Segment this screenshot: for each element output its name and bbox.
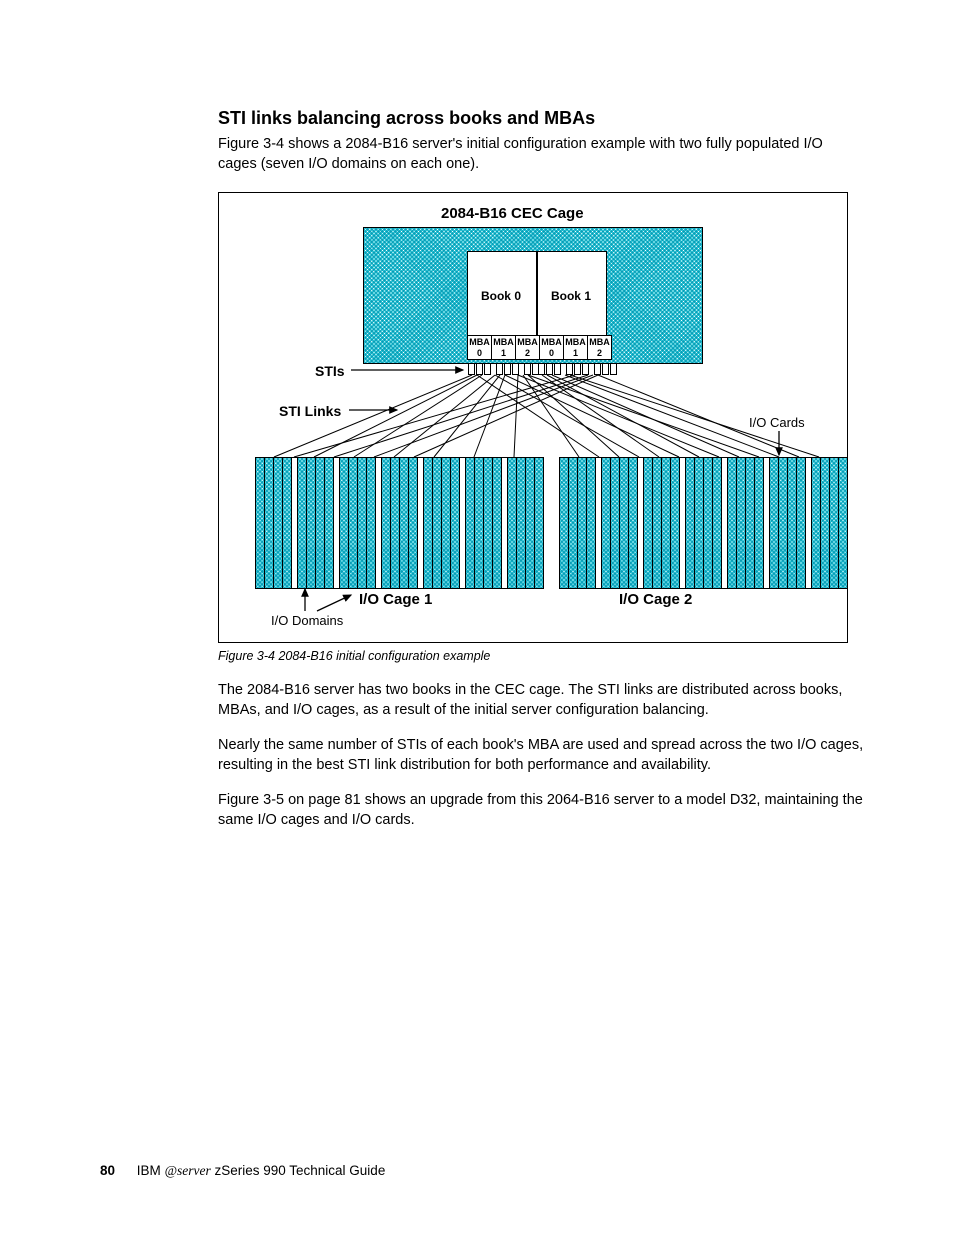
sti-ports-book1	[538, 363, 618, 375]
page-footer: 80 IBM @server zSeries 990 Technical Gui…	[100, 1163, 385, 1179]
io-card	[400, 458, 409, 588]
io-card	[391, 458, 400, 588]
book-1-label: Book 1	[541, 289, 601, 303]
mba-cell-4: MBA1	[563, 335, 587, 360]
io-card	[755, 458, 764, 588]
io-card	[517, 458, 526, 588]
io-card	[526, 458, 535, 588]
figure-caption: Figure 3-4 2084-B16 initial configuratio…	[218, 649, 864, 663]
io-cage-2	[559, 457, 848, 589]
intro-paragraph: Figure 3-4 shows a 2084-B16 server's ini…	[218, 135, 864, 174]
footer-brand: @server	[165, 1163, 211, 1178]
io-card	[629, 458, 638, 588]
io-card	[451, 458, 460, 588]
sti-ports-book0	[468, 363, 548, 375]
io-card	[424, 458, 433, 588]
io-card	[602, 458, 611, 588]
io-card	[746, 458, 755, 588]
mba-cell-1: MBA1	[491, 335, 515, 360]
io-card	[686, 458, 695, 588]
section-heading: STI links balancing across books and MBA…	[218, 108, 864, 129]
io-card	[340, 458, 349, 588]
io-card	[788, 458, 797, 588]
para-3: Figure 3-5 on page 81 shows an upgrade f…	[218, 791, 864, 830]
para-2: Nearly the same number of STIs of each b…	[218, 736, 864, 775]
io-card	[797, 458, 806, 588]
io-card	[493, 458, 502, 588]
io-card	[484, 458, 493, 588]
figure-3-4: 2084-B16 CEC Cage Book 0 Book 1 MBA0 MBA…	[218, 192, 848, 643]
io-card	[560, 458, 569, 588]
io-card	[578, 458, 587, 588]
mba-cell-0: MBA0	[467, 335, 491, 360]
io-card	[382, 458, 391, 588]
io-cage-1-label: I/O Cage 1	[359, 591, 432, 608]
mba-cell-5: MBA2	[587, 335, 612, 360]
io-card	[779, 458, 788, 588]
io-card	[821, 458, 830, 588]
io-card	[349, 458, 358, 588]
io-card	[475, 458, 484, 588]
io-card	[367, 458, 376, 588]
io-card	[839, 458, 847, 588]
io-card	[653, 458, 662, 588]
io-card	[713, 458, 722, 588]
para-1: The 2084-B16 server has two books in the…	[218, 681, 864, 720]
io-card	[307, 458, 316, 588]
io-card	[358, 458, 367, 588]
stis-label: STIs	[315, 363, 345, 379]
io-card	[812, 458, 821, 588]
io-card	[830, 458, 839, 588]
io-card	[409, 458, 418, 588]
io-card	[508, 458, 517, 588]
io-card	[587, 458, 596, 588]
io-card	[770, 458, 779, 588]
io-card	[662, 458, 671, 588]
io-card	[620, 458, 629, 588]
io-card	[737, 458, 746, 588]
io-card	[535, 458, 543, 588]
io-card	[466, 458, 475, 588]
io-card	[265, 458, 274, 588]
mba-cell-3: MBA0	[539, 335, 563, 360]
io-cards-label: I/O Cards	[749, 415, 805, 430]
io-card	[611, 458, 620, 588]
io-cage-2-label: I/O Cage 2	[619, 591, 692, 608]
io-card	[433, 458, 442, 588]
io-card	[316, 458, 325, 588]
io-card	[644, 458, 653, 588]
book-0-label: Book 0	[471, 289, 531, 303]
io-domains-label: I/O Domains	[271, 613, 343, 628]
io-card	[671, 458, 680, 588]
io-card	[298, 458, 307, 588]
cec-cage-title: 2084-B16 CEC Cage	[441, 205, 584, 222]
page-number: 80	[100, 1163, 115, 1178]
io-card	[569, 458, 578, 588]
io-card	[283, 458, 292, 588]
footer-pub: IBM	[137, 1163, 165, 1178]
io-card	[704, 458, 713, 588]
io-card	[256, 458, 265, 588]
io-card	[274, 458, 283, 588]
io-cage-1	[255, 457, 544, 589]
mba-row: MBA0 MBA1 MBA2 MBA0 MBA1 MBA2	[467, 335, 612, 360]
mba-cell-2: MBA2	[515, 335, 539, 360]
io-card	[695, 458, 704, 588]
io-card	[728, 458, 737, 588]
sti-links-label: STI Links	[279, 403, 341, 419]
page: STI links balancing across books and MBA…	[0, 0, 954, 1235]
io-card	[442, 458, 451, 588]
io-card	[325, 458, 334, 588]
footer-tail: zSeries 990 Technical Guide	[211, 1163, 386, 1178]
